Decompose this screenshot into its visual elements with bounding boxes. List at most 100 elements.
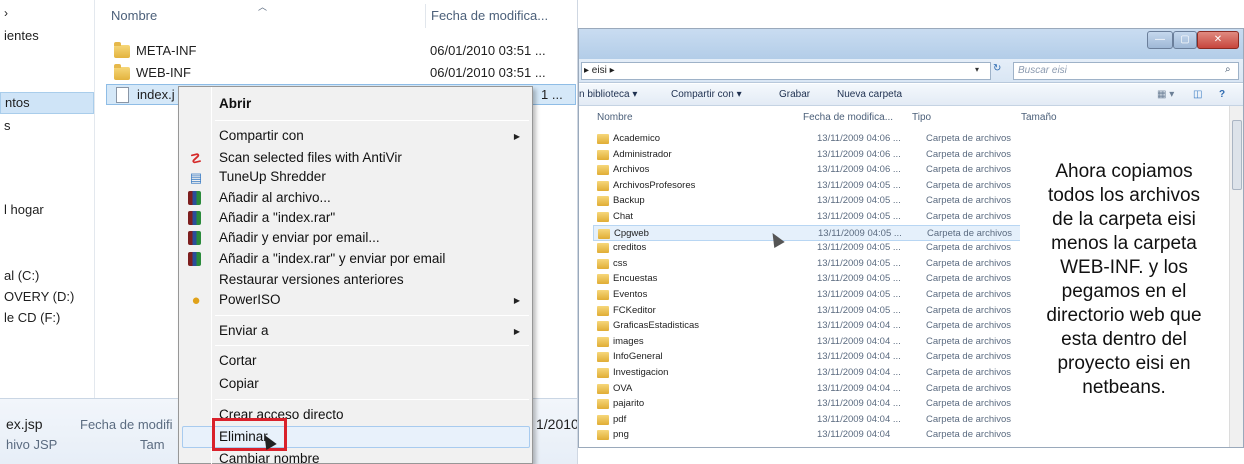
nav-item-drive-d[interactable]: OVERY (D:) (4, 289, 74, 304)
file-name: creditos (613, 242, 647, 254)
menu-item-abrir[interactable]: Abrir (219, 96, 251, 111)
file-row[interactable]: WEB-INF 06/01/2010 03:51 ... (106, 63, 576, 84)
file-row[interactable]: Eventos 13/11/2009 04:05 ... Carpeta de ar… (593, 287, 1033, 303)
search-input[interactable]: Buscar eisi (1013, 62, 1239, 80)
column-header-date[interactable]: Fecha de modifica... (431, 8, 548, 23)
menu-item-poweriso[interactable]: PowerISO (219, 292, 281, 307)
nav-item-fragment[interactable]: s (4, 118, 11, 133)
column-header-type[interactable]: Tipo (912, 112, 931, 123)
menu-item-anadir-archivo[interactable]: Añadir al archivo... (219, 190, 331, 205)
submenu-arrow-icon: ▶ (513, 327, 520, 336)
toolbar-nueva-carpeta[interactable]: Nueva carpeta (837, 89, 902, 100)
column-header-size[interactable]: Tamaño (1021, 112, 1057, 123)
address-dropdown-icon[interactable]: ▾ (975, 65, 979, 74)
file-type: Carpeta de archivos (926, 148, 1012, 160)
column-divider[interactable] (425, 4, 426, 28)
nav-item-drive-c[interactable]: al (C:) (4, 268, 39, 283)
scrollbar-thumb[interactable] (1232, 120, 1242, 190)
file-name: Academico (613, 133, 660, 144)
file-row[interactable]: Academico 13/11/2009 04:06 ... Carpeta de … (593, 131, 1033, 147)
file-name: Backup (613, 195, 645, 207)
file-name: pdf (613, 413, 627, 425)
file-row[interactable]: creditos 13/11/2009 04:05 ... Carpeta de a… (593, 240, 1033, 256)
column-header-name[interactable]: Nombre (111, 8, 157, 23)
file-name: Cpgweb (614, 227, 649, 239)
preview-pane-icon[interactable]: ◫ (1193, 89, 1202, 100)
file-type: Carpeta de archivos (926, 382, 1012, 394)
file-row[interactable]: Backup 13/11/2009 04:05 ... Carpeta de arc… (593, 193, 1033, 209)
file-date: 1 ... (541, 87, 563, 102)
rar-icon (188, 191, 204, 207)
file-row[interactable]: pdf 13/11/2009 04:04 ... Carpeta de archiv… (593, 412, 1033, 428)
file-date: 13/11/2009 04:05 ... (817, 179, 901, 191)
folder-icon (597, 180, 609, 191)
navigation-pane: › ientes ntos s l hogar al (C:) OVERY (D… (0, 0, 95, 464)
file-row[interactable]: png 13/11/2009 04:04 Carpeta de archivos (593, 427, 1033, 443)
menu-item-enviar-a[interactable]: Enviar a (219, 323, 269, 338)
poweriso-icon: ● (191, 292, 201, 309)
toolbar-grabar[interactable]: Grabar (779, 89, 810, 100)
file-row[interactable]: GraficasEstadisticas 13/11/2009 04:04 ...… (593, 318, 1033, 334)
details-date-value: 1/2010 (536, 416, 578, 432)
document-icon (116, 87, 129, 103)
file-date: 13/11/2009 04:05 ... (817, 242, 901, 254)
menu-item-scan-antivir[interactable]: Scan selected files with AntiVir (219, 150, 402, 165)
menu-item-compartir-con[interactable]: Compartir con (219, 128, 304, 143)
folder-icon (597, 305, 609, 316)
file-row[interactable]: images 13/11/2009 04:04 ... Carpeta de arc… (593, 334, 1033, 350)
file-row[interactable]: Administrador 13/11/2009 04:06 ... Carpeta… (593, 147, 1033, 163)
menu-item-tuneup-shredder[interactable]: TuneUp Shredder (219, 169, 326, 184)
column-header-name[interactable]: Nombre (597, 112, 633, 123)
details-size-label: Tam (140, 437, 165, 452)
file-date: 06/01/2010 03:51 ... (430, 65, 546, 80)
file-type: Carpeta de archivos (927, 227, 1013, 239)
nav-item-fragment[interactable]: › (4, 6, 8, 20)
minimize-icon[interactable]: — (1147, 31, 1173, 49)
file-row[interactable]: FCKeditor 13/11/2009 04:05 ... Carpeta de … (593, 303, 1033, 319)
folder-icon (597, 321, 609, 332)
file-row[interactable]: Investigacion 13/11/2009 04:04 ... Carpeta… (593, 365, 1033, 381)
menu-item-restaurar-versiones[interactable]: Restaurar versiones anteriores (219, 272, 404, 287)
file-row[interactable]: OVA 13/11/2009 04:04 ... Carpeta de archiv… (593, 381, 1033, 397)
annotation-text: Ahora copiamos todos los archivos de la … (1020, 160, 1228, 400)
menu-item-cambiar-nombre[interactable]: Cambiar nombre (219, 451, 320, 464)
help-icon[interactable]: ? (1219, 89, 1225, 100)
column-header-date[interactable]: Fecha de modifica... (803, 112, 893, 123)
address-bar[interactable]: ▸ eisi ▸ (581, 62, 991, 80)
file-date: 13/11/2009 04:04 ... (817, 335, 901, 347)
menu-item-copiar[interactable]: Copiar (219, 376, 259, 391)
file-type: Carpeta de archivos (926, 367, 1012, 378)
file-row[interactable]: Encuestas 13/11/2009 04:05 ... Carpeta de … (593, 271, 1033, 287)
file-row[interactable]: InfoGeneral 13/11/2009 04:04 ... Carpeta d… (593, 349, 1033, 365)
menu-icon-gutter (211, 87, 212, 464)
file-row[interactable]: css 13/11/2009 04:05 ... Carpeta de archiv… (593, 256, 1033, 272)
nav-item-recientes[interactable]: ientes (4, 28, 39, 43)
menu-item-cortar[interactable]: Cortar (219, 353, 257, 368)
menu-item-anadir-index-rar[interactable]: Añadir a "index.rar" (219, 210, 335, 225)
menu-item-anadir-enviar-email[interactable]: Añadir y enviar por email... (219, 230, 380, 245)
file-row[interactable]: META-INF 06/01/2010 03:51 ... (106, 41, 576, 62)
file-row[interactable]: Archivos 13/11/2009 04:06 ... Carpeta de a… (593, 162, 1033, 178)
file-name: Chat (613, 211, 634, 222)
view-options-icon[interactable]: ▦ ▾ (1157, 89, 1174, 100)
refresh-icon[interactable]: ↻ (993, 63, 1001, 74)
search-icon[interactable]: ⌕ (1225, 64, 1231, 75)
file-row[interactable]: Chat 13/11/2009 04:05 ... Carpeta de archi… (593, 209, 1033, 225)
file-type: Carpeta de archivos (926, 133, 1012, 144)
folder-icon (114, 64, 130, 80)
close-icon[interactable]: ✕ (1197, 31, 1239, 49)
vertical-scrollbar[interactable] (1229, 106, 1243, 447)
toolbar-incluir-biblioteca[interactable]: n biblioteca ▾ (579, 89, 637, 100)
nav-item-drive-f[interactable]: le CD (F:) (4, 310, 60, 325)
nav-item-documentos[interactable]: ntos (0, 92, 94, 114)
toolbar-compartir-con[interactable]: Compartir con ▾ (671, 89, 742, 100)
file-row[interactable]: pajarito 13/11/2009 04:04 ... Carpeta de a… (593, 396, 1033, 412)
file-type: Carpeta de archivos (926, 289, 1012, 300)
file-type: Carpeta de archivos (926, 179, 1012, 191)
file-type: Carpeta de archivos (926, 335, 1012, 347)
nav-item-grupo-hogar[interactable]: l hogar (4, 202, 44, 217)
file-row[interactable]: ArchivosProfesores 13/11/2009 04:05 ... Ca… (593, 178, 1033, 194)
file-row-selected[interactable]: Cpgweb 13/11/2009 04:05 ... Carpeta de arc… (593, 224, 1033, 241)
maximize-icon[interactable]: ▢ (1173, 31, 1197, 49)
menu-item-anadir-index-rar-email[interactable]: Añadir a "index.rar" y enviar por email (219, 251, 445, 266)
